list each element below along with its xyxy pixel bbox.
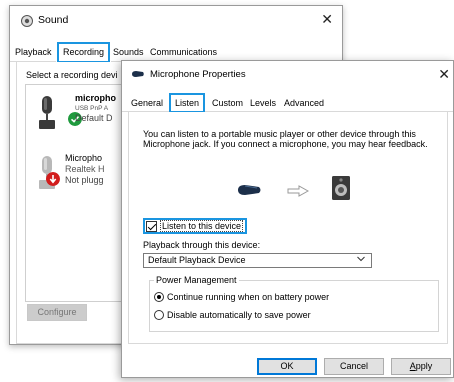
device-text: micropho USB PnP A Default D [75, 93, 116, 124]
list-item[interactable]: Micropho Realtek H Not plugg [26, 153, 130, 203]
microphone-icon [132, 71, 144, 77]
device-subtitle: Realtek H [65, 164, 105, 174]
device-subtitle: USB PnP A [75, 105, 109, 112]
sound-close-icon[interactable]: ✕ [321, 12, 333, 26]
ok-button[interactable]: OK [257, 358, 317, 375]
speaker-icon [332, 176, 350, 200]
apply-button[interactable]: Apply [391, 358, 451, 375]
mic-tab-bar: General Listen Custom Levels Advanced [122, 93, 453, 113]
list-item[interactable]: micropho USB PnP A Default D [26, 93, 130, 143]
playback-device-label: Playback through this device: [143, 240, 261, 250]
configure-button[interactable]: Configure [27, 304, 87, 321]
mic-title-bar[interactable]: Microphone Properties ✕ [122, 61, 453, 87]
sound-title: Sound [38, 14, 69, 26]
radio-selected-icon[interactable] [154, 292, 164, 302]
sound-tab-bar: Playback Recording Sounds Communications [10, 41, 342, 64]
tab-advanced[interactable]: Advanced [281, 96, 327, 112]
apply-label-rest: pply [415, 361, 433, 371]
tab-sounds[interactable]: Sounds [110, 45, 147, 61]
playback-device-select[interactable]: Default Playback Device [143, 253, 372, 268]
select-recording-text: Select a recording devi [26, 70, 118, 80]
microphone-properties-dialog: Microphone Properties ✕ General Listen C… [121, 60, 454, 378]
listen-panel: You can listen to a portable music playe… [128, 112, 448, 344]
listen-to-device-checkbox[interactable]: Listen to this device [143, 218, 248, 234]
tab-communications[interactable]: Communications [147, 45, 220, 61]
tab-custom[interactable]: Custom [209, 96, 246, 112]
mic-close-icon[interactable]: ✕ [438, 67, 450, 81]
tab-listen[interactable]: Listen [169, 93, 206, 113]
continue-running-radio[interactable]: Continue running when on battery power [154, 292, 329, 302]
device-status: Default D [75, 113, 113, 123]
chevron-down-icon [357, 256, 365, 262]
listen-illustration [129, 175, 447, 207]
device-name: micropho [75, 93, 117, 103]
tab-levels[interactable]: Levels [247, 96, 279, 112]
arrow-right-icon [287, 185, 309, 197]
disable-automatically-radio[interactable]: Disable automatically to save power [154, 310, 311, 320]
recording-device-list: micropho USB PnP A Default D Micropho Re… [25, 84, 131, 302]
radio-unselected-icon[interactable] [154, 310, 164, 320]
microphone-icon [238, 185, 261, 195]
listen-description: You can listen to a portable music playe… [143, 129, 428, 149]
tab-general[interactable]: General [128, 96, 166, 112]
device-name: Micropho [65, 153, 103, 163]
tab-playback[interactable]: Playback [12, 45, 55, 61]
disable-automatically-label: Disable automatically to save power [167, 310, 311, 320]
sound-title-bar[interactable]: Sound ✕ [10, 6, 342, 34]
speaker-icon [21, 15, 33, 27]
tab-recording[interactable]: Recording [55, 41, 112, 64]
device-status: Not plugg [65, 175, 104, 185]
checkbox-check-icon[interactable] [146, 220, 157, 232]
cancel-button[interactable]: Cancel [324, 358, 384, 375]
listen-to-device-label: Listen to this device [160, 220, 244, 232]
unplugged-icon [46, 172, 60, 186]
device-text: Micropho Realtek H Not plugg [65, 153, 105, 186]
playback-device-value: Default Playback Device [148, 255, 246, 265]
power-management-group: Power Management Continue running when o… [149, 275, 439, 332]
power-management-title: Power Management [154, 275, 239, 285]
continue-running-label: Continue running when on battery power [167, 292, 330, 302]
mic-title: Microphone Properties [150, 69, 246, 80]
